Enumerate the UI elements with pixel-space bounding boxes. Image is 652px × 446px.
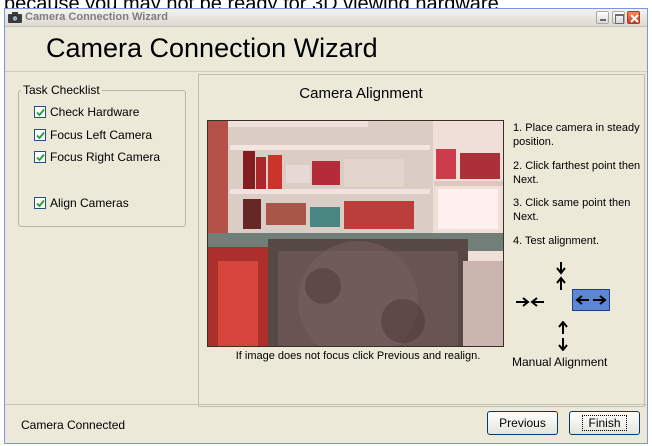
arrows-out-horizontal-icon (575, 295, 607, 305)
status-text: Camera Connected (21, 418, 126, 432)
checkmark-icon (36, 131, 45, 140)
step-4-text: 4. Test alignment. (513, 235, 600, 247)
wizard-header: Camera Connection Wizard (5, 28, 647, 72)
camera-alignment-panel: Camera Alignment If image does not focus… (198, 74, 645, 407)
task-checklist: Task Checklist Check Hardware Focus Left… (18, 83, 186, 227)
checklist-item-label: Check Hardware (50, 105, 140, 119)
arrows-out-horizontal-button[interactable] (572, 289, 610, 311)
camera-alignment-title: Camera Alignment (299, 85, 423, 102)
step-1-text: 1. Place camera in steady position. (513, 122, 640, 148)
focus-note: If image does not focus click Previous a… (235, 350, 481, 362)
checkbox[interactable] (34, 106, 46, 118)
window-title: Camera Connection Wizard (25, 11, 168, 23)
arrows-in-vertical-icon[interactable] (554, 261, 568, 291)
arrows-out-vertical-icon[interactable] (556, 321, 570, 351)
checkbox[interactable] (34, 151, 46, 163)
checklist-item-label: Align Cameras (50, 196, 129, 210)
camera-preview-image (208, 121, 503, 346)
checklist-item-label: Focus Left Camera (50, 128, 153, 142)
previous-button[interactable]: Previous (487, 411, 558, 435)
wizard-window: Camera Connection Wizard Camera Connecti… (4, 8, 648, 444)
title-bar[interactable]: Camera Connection Wizard (5, 9, 647, 27)
page-title: Camera Connection Wizard (46, 33, 378, 63)
manual-alignment-label: Manual Alignment (512, 355, 608, 369)
checkmark-icon (36, 153, 45, 162)
wizard-footer: Camera Connected Previous Finish (5, 404, 647, 445)
finish-button-label: Finish (582, 414, 627, 431)
checkmark-icon (36, 199, 45, 208)
close-icon[interactable] (627, 11, 640, 24)
finish-button[interactable]: Finish (569, 411, 640, 435)
camera-preview[interactable] (207, 120, 504, 347)
minimize-icon[interactable] (596, 11, 609, 24)
checkmark-icon (36, 108, 45, 117)
step-3-text: 3. Click same point then Next. (513, 197, 631, 223)
checkbox[interactable] (34, 197, 46, 209)
checkbox[interactable] (34, 129, 46, 141)
arrows-in-horizontal-icon[interactable] (515, 295, 545, 309)
maximize-icon[interactable] (612, 11, 625, 24)
step-2-text: 2. Click farthest point then Next. (513, 160, 641, 186)
task-checklist-legend: Task Checklist (21, 83, 102, 97)
camera-icon (8, 12, 22, 23)
checklist-item-label: Focus Right Camera (50, 150, 161, 164)
